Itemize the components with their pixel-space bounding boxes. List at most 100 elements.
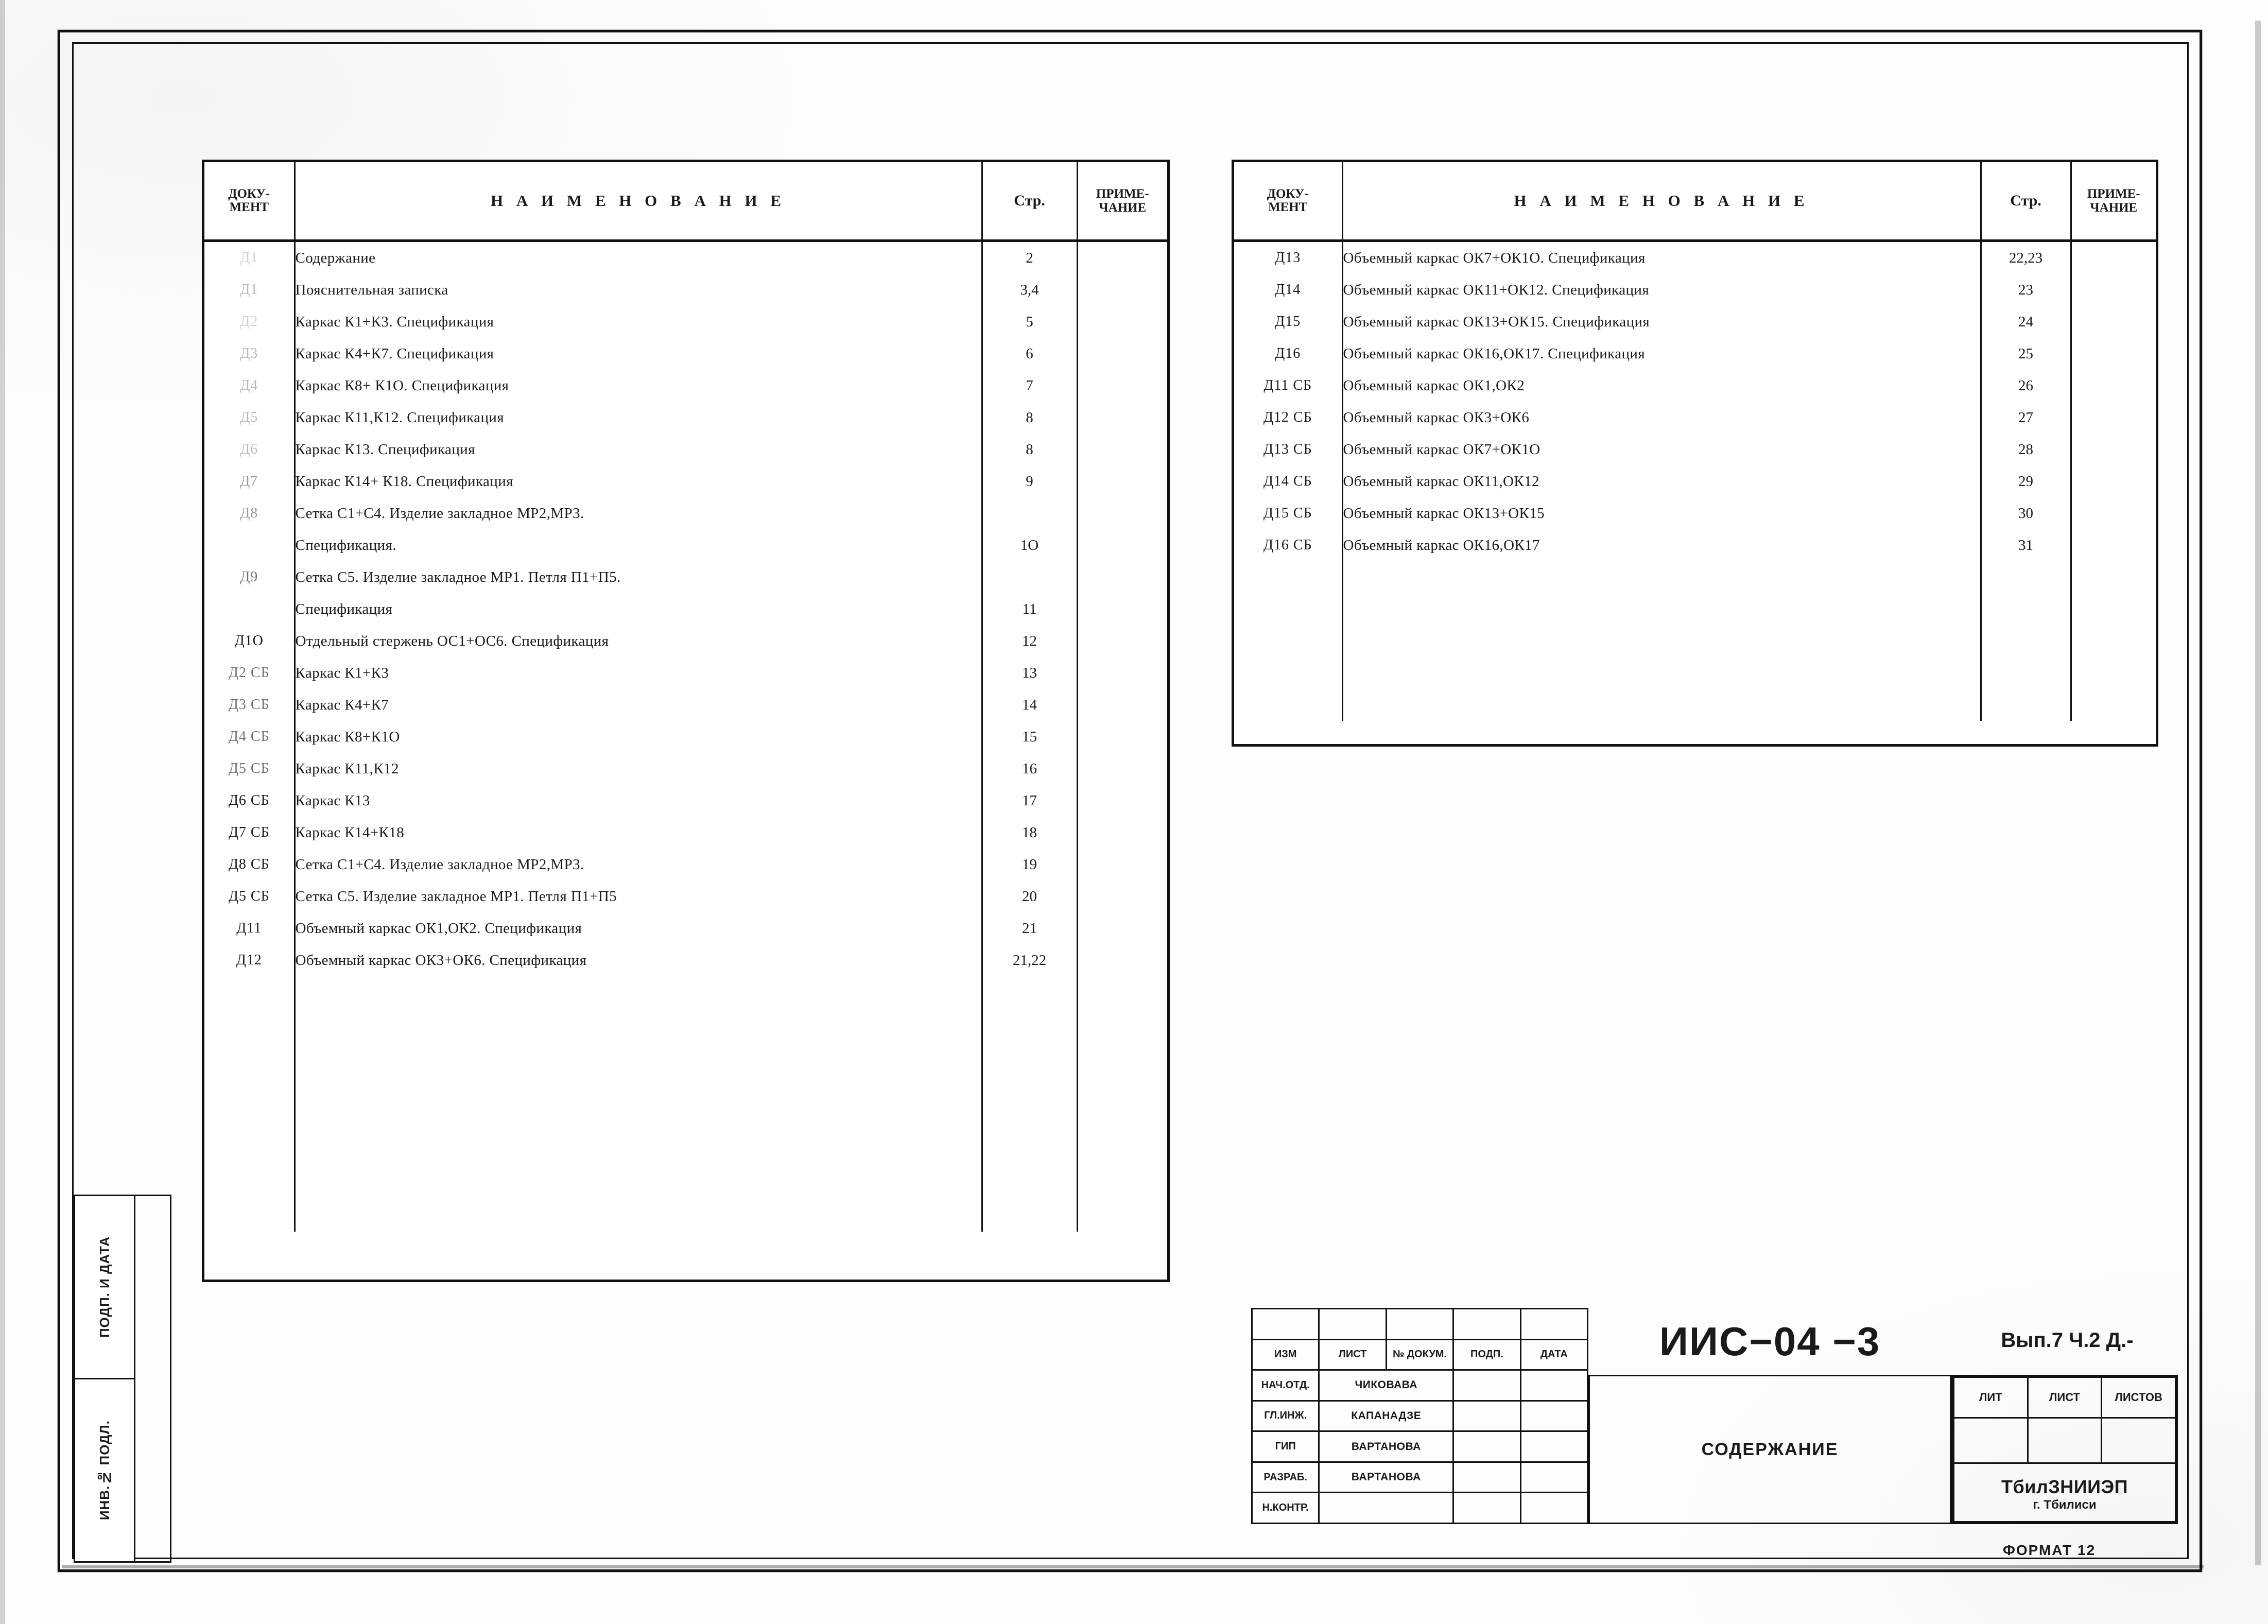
cell-page: 29 xyxy=(1981,465,2072,497)
cell-page: 3,4 xyxy=(982,274,1078,306)
cell-name: Объемный каркас ОК1,ОК2. Спецификация xyxy=(295,912,983,944)
cell-page: 8 xyxy=(982,402,1078,434)
cell-note xyxy=(1077,689,1167,721)
cell-document: Д16 xyxy=(1234,338,1343,370)
cell-note xyxy=(1077,370,1167,402)
organization-block: ЛИТ ЛИСТ ЛИСТОВ ТбилЗНИИЭП г. Тбилиси xyxy=(1951,1375,2178,1524)
contents-left-body: Д1 Содержание 2 Д1 Пояснительная записка 3,4 Д… xyxy=(204,240,1167,1232)
sheet-value-lit[interactable] xyxy=(1953,1417,2029,1464)
signature-date-cell[interactable] xyxy=(1519,1400,1589,1432)
cell-note xyxy=(2071,529,2156,561)
cell-empty xyxy=(1342,657,1982,689)
cell-note xyxy=(1077,657,1167,689)
cell-empty xyxy=(1077,1168,1167,1200)
revision-blank-cell[interactable] xyxy=(1519,1308,1589,1340)
cell-note xyxy=(2071,434,2156,465)
revision-header-2: № ДОКУМ. xyxy=(1385,1338,1455,1371)
side-label-text: ПОДП. И ДАТА xyxy=(96,1236,112,1338)
signature-date-cell[interactable] xyxy=(1519,1492,1589,1524)
cell-document: Д13 xyxy=(1234,240,1343,274)
cell-note xyxy=(2071,465,2156,497)
column-header-name: Н А И М Е Н О В А Н И Е xyxy=(1342,162,1982,241)
cell-empty xyxy=(204,1168,296,1200)
signature-role: НАЧ.ОТД. xyxy=(1251,1369,1320,1402)
cell-page: 2 xyxy=(982,240,1078,274)
cell-empty xyxy=(982,1040,1078,1072)
cell-document: Д5 xyxy=(204,402,296,434)
cell-name: Объемный каркас ОК7+ОК1О. Спецификация xyxy=(1342,240,1982,274)
cell-note xyxy=(1077,625,1167,657)
signature-sign-cell[interactable] xyxy=(1452,1430,1521,1463)
table-row: Д8 СБ Сетка С1+С4. Изделие закладное МР2,… xyxy=(204,849,1167,880)
cell-note xyxy=(2071,241,2156,274)
cell-note xyxy=(1077,880,1167,912)
sheet-title-text: СОДЕРЖАНИЕ xyxy=(1701,1439,1839,1459)
organization-city: г. Тбилиси xyxy=(2033,1497,2097,1512)
cell-empty xyxy=(1234,561,1343,593)
cell-document: Д8 xyxy=(204,497,296,529)
signature-sign-cell[interactable] xyxy=(1452,1461,1521,1494)
cell-page: 8 xyxy=(982,434,1078,465)
cell-page: 18 xyxy=(982,817,1078,849)
table-row-empty xyxy=(1234,561,2156,593)
table-row-empty xyxy=(204,1072,1167,1104)
revision-blank-cell[interactable] xyxy=(1251,1308,1320,1340)
cell-page: 9 xyxy=(982,465,1078,497)
cell-document: Д14 xyxy=(1234,274,1343,306)
revision-grid-body: ИЗМ ЛИСТ № ДОКУМ. ПОДП. ДАТА НАЧ.ОТД. ЧИКОВАВА… xyxy=(1251,1308,1589,1524)
cell-page: 23 xyxy=(1981,274,2072,306)
cell-page: 31 xyxy=(1981,529,2072,561)
table-row: Д2 Каркас К1+К3. Спецификация 5 xyxy=(204,306,1167,338)
table-row: Д5 СБ Каркас К11,К12 16 xyxy=(204,753,1167,785)
revision-blank-cell[interactable] xyxy=(1318,1308,1387,1340)
cell-name: Объемный каркас ОК13+ОК15 xyxy=(1342,497,1982,529)
revision-header-row: ИЗМ ЛИСТ № ДОКУМ. ПОДП. ДАТА xyxy=(1251,1338,1589,1371)
signature-name xyxy=(1318,1492,1455,1524)
column-header-note: ПРИМЕ- ЧАНИЕ xyxy=(1096,186,1149,215)
cell-name: Сетка С1+С4. Изделие закладное МР2,МР3. xyxy=(295,849,983,880)
signature-sign-cell[interactable] xyxy=(1452,1492,1521,1524)
table-row: Д3 СБ Каркас К4+К7 14 xyxy=(204,689,1167,721)
revision-blank-row xyxy=(1251,1308,1589,1340)
table-row: Д16 СБ Объемный каркас ОК16,ОК17 31 xyxy=(1234,529,2156,561)
revision-blank-cell[interactable] xyxy=(1385,1308,1455,1340)
signature-name: ВАРТАНОВА xyxy=(1318,1430,1455,1463)
table-row: Д3 Каркас К4+К7. Спецификация 6 xyxy=(204,338,1167,370)
cell-page: 26 xyxy=(1981,370,2072,402)
signature-sign-cell[interactable] xyxy=(1452,1400,1521,1432)
table-row-empty xyxy=(204,1136,1167,1168)
cell-document: Д4 xyxy=(204,370,296,402)
signature-date-cell[interactable] xyxy=(1519,1369,1589,1402)
cell-note xyxy=(1077,944,1167,976)
cell-empty xyxy=(2071,689,2156,721)
cell-note xyxy=(2071,306,2156,338)
cell-empty xyxy=(1077,1136,1167,1168)
cell-note xyxy=(1077,912,1167,944)
table-row: Д7 Каркас К14+ К18. Спецификация 9 xyxy=(204,465,1167,497)
cell-document: Д11 xyxy=(204,912,296,944)
signature-date-cell[interactable] xyxy=(1519,1461,1589,1494)
cell-page: 12 xyxy=(982,625,1078,657)
cell-name: Каркас К4+К7. Спецификация xyxy=(295,338,983,370)
table-row: Д8 Сетка С1+С4. Изделие закладное МР2,МР3… xyxy=(204,497,1167,529)
table-row: Д1 Пояснительная записка 3,4 xyxy=(204,274,1167,306)
cell-document: Д6 xyxy=(204,434,296,465)
cell-note xyxy=(1077,306,1167,338)
table-row: Спецификация. 1О xyxy=(204,529,1167,561)
signature-date-cell[interactable] xyxy=(1519,1430,1589,1463)
signature-role: ГИП xyxy=(1251,1430,1320,1463)
revision-header-1: ЛИСТ xyxy=(1318,1338,1387,1371)
table-row-empty xyxy=(204,976,1167,1008)
cell-document: Д13 СБ xyxy=(1234,434,1343,465)
signature-row: НАЧ.ОТД. ЧИКОВАВА xyxy=(1251,1369,1589,1402)
signature-sign-cell[interactable] xyxy=(1452,1369,1521,1402)
cell-empty xyxy=(2071,561,2156,593)
column-header-note: ПРИМЕ- ЧАНИЕ xyxy=(2087,186,2140,215)
sheet-value-list[interactable] xyxy=(2027,1417,2103,1464)
cell-page: 24 xyxy=(1981,306,2072,338)
signature-role: Н.КОНТР. xyxy=(1251,1492,1320,1524)
cell-name: Содержание xyxy=(295,240,983,274)
table-row-empty xyxy=(204,1104,1167,1136)
sheet-value-listov[interactable] xyxy=(2101,1417,2176,1464)
revision-blank-cell[interactable] xyxy=(1452,1308,1521,1340)
